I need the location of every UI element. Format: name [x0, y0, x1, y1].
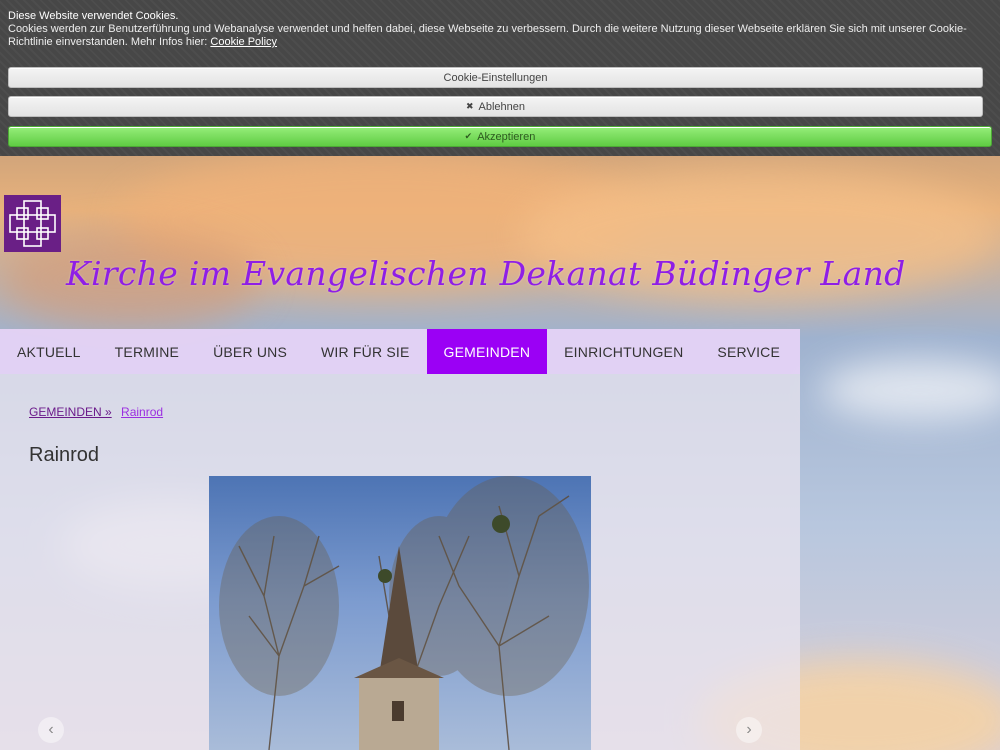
nav-item-wir-fuer-sie[interactable]: WIR FÜR SIE	[304, 329, 427, 374]
close-icon: ✖	[465, 101, 474, 111]
accept-label: Akzeptieren	[477, 130, 536, 143]
decline-label: Ablehnen	[478, 100, 526, 113]
slider-prev-button[interactable]: ‹	[38, 717, 64, 743]
cookie-settings-label: Cookie-Einstellungen	[443, 71, 548, 84]
cookie-banner-text: Cookies werden zur Benutzerführung und W…	[8, 23, 983, 49]
breadcrumb: GEMEINDEN » Rainrod	[29, 405, 163, 419]
slider-next-button[interactable]: ›	[736, 717, 762, 743]
nav-item-aktuell[interactable]: AKTUELL	[0, 329, 98, 374]
accept-button[interactable]: ✔ Akzeptieren	[8, 126, 992, 147]
nav-item-ueber-uns[interactable]: ÜBER UNS	[196, 329, 304, 374]
main-content: GEMEINDEN » Rainrod Rainrod	[0, 374, 800, 750]
chevron-right-icon: ›	[746, 721, 752, 738]
cookie-banner-description: Cookies werden zur Benutzerführung und W…	[8, 23, 967, 48]
checkmark-icon: ✔	[464, 131, 473, 141]
nav-item-einrichtungen[interactable]: EINRICHTUNGEN	[547, 329, 700, 374]
cross-logo[interactable]	[4, 195, 61, 252]
nav-item-service[interactable]: SERVICE	[700, 329, 797, 374]
page-title: Rainrod	[29, 444, 100, 466]
church-photo[interactable]	[209, 476, 591, 750]
main-navigation: AKTUELL TERMINE ÜBER UNS WIR FÜR SIE GEM…	[0, 329, 800, 374]
nav-item-gemeinden[interactable]: GEMEINDEN	[426, 329, 548, 374]
cookie-policy-link[interactable]: Cookie Policy	[210, 36, 277, 48]
cookie-settings-button[interactable]: Cookie-Einstellungen	[8, 67, 983, 88]
breadcrumb-parent-link[interactable]: GEMEINDEN »	[29, 405, 112, 419]
chevron-left-icon: ‹	[48, 721, 54, 738]
breadcrumb-current-link[interactable]: Rainrod	[121, 405, 163, 419]
nav-item-termine[interactable]: TERMINE	[98, 329, 196, 374]
decline-button[interactable]: ✖ Ablehnen	[8, 96, 983, 117]
cookie-banner: Diese Website verwendet Cookies. Cookies…	[0, 0, 1000, 156]
cookie-banner-title: Diese Website verwendet Cookies.	[8, 10, 179, 22]
site-title[interactable]: Kirche im Evangelischen Dekanat Büdinger…	[66, 254, 906, 293]
church-image	[219, 476, 589, 750]
cross-logo-icon	[9, 200, 56, 247]
